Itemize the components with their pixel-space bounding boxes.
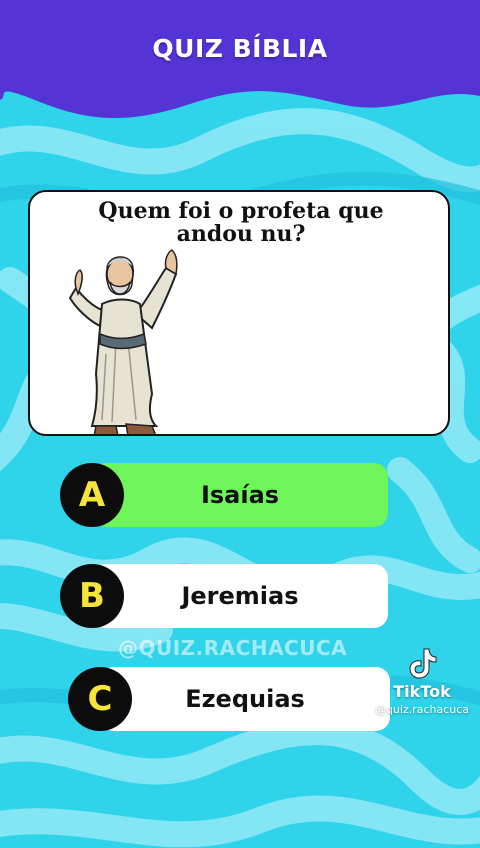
prophet-illustration — [68, 249, 178, 434]
answer-text-b: Jeremias — [181, 582, 299, 610]
letter-badge-b: B — [60, 564, 124, 628]
tiktok-name: TikTok — [393, 682, 451, 701]
letter-b: B — [79, 576, 105, 616]
answer-option-c[interactable]: Ezequias C — [68, 667, 390, 731]
answer-text-c: Ezequias — [185, 685, 305, 713]
letter-badge-a: A — [60, 463, 124, 527]
tiktok-note-icon — [409, 648, 437, 679]
question-card: Quem foi o profeta que andou nu? — [28, 190, 450, 436]
answer-option-b[interactable]: Jeremias B — [60, 564, 388, 628]
header: QUIZ BÍBLIA — [0, 0, 480, 110]
quiz-title: QUIZ BÍBLIA — [152, 34, 328, 63]
answer-option-a[interactable]: Isaías A — [60, 463, 388, 527]
question-text: Quem foi o profeta que andou nu? — [98, 198, 384, 247]
tiktok-handle: @quiz.rachacuca — [374, 703, 470, 716]
letter-c: C — [87, 679, 113, 719]
answer-bar-b[interactable]: Jeremias — [92, 564, 388, 628]
letter-a: A — [78, 475, 106, 515]
answer-text-a: Isaías — [200, 481, 280, 509]
answer-bar-a[interactable]: Isaías — [92, 463, 388, 527]
letter-badge-c: C — [68, 667, 132, 731]
tiktok-watermark: TikTok @quiz.rachacuca — [364, 646, 480, 716]
quiz-watermark: @QUIZ.RACHACUCA — [118, 636, 348, 660]
answer-bar-c[interactable]: Ezequias — [100, 667, 390, 731]
